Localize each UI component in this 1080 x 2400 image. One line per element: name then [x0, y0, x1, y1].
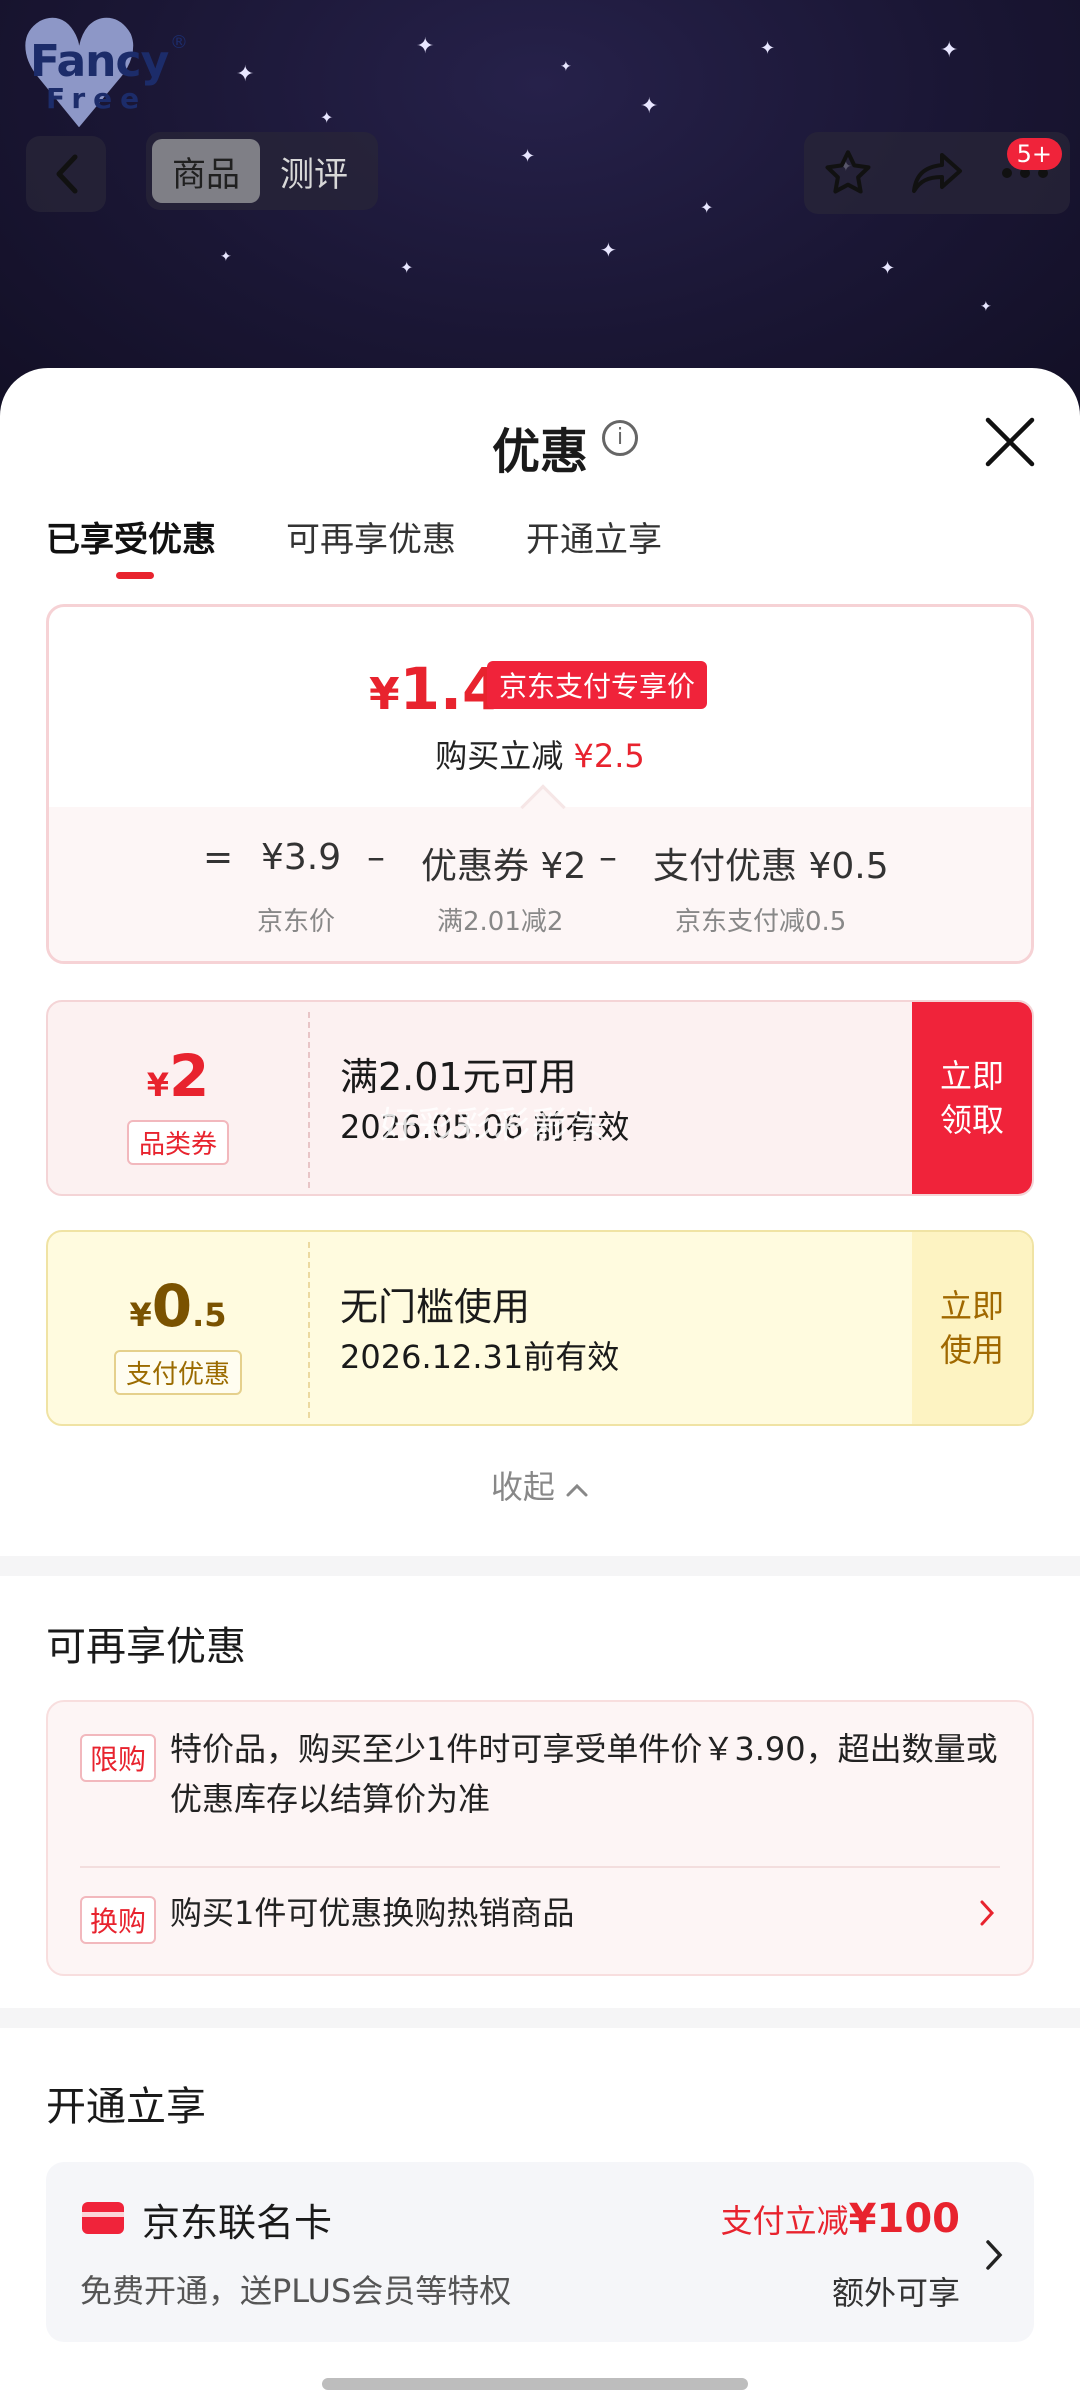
product-nav-tabs: 商品 测评: [146, 132, 378, 210]
star-decoration: ✦: [320, 108, 334, 127]
star-decoration: ✦: [760, 38, 776, 59]
close-icon[interactable]: [980, 412, 1040, 472]
coupon-condition: 满2.01元可用: [340, 1055, 577, 1099]
claim-coupon-button[interactable]: 立即 领取: [912, 1002, 1032, 1194]
star-decoration: ✦: [236, 62, 255, 87]
collapse-button[interactable]: 收起: [0, 1462, 1080, 1508]
exchange-badge: 换购: [80, 1896, 157, 1944]
open-section-title: 开通立享: [46, 2084, 206, 2130]
tab-review[interactable]: 测评: [260, 139, 368, 203]
coupon-value-area: ¥2 品类券: [48, 1002, 308, 1194]
discount-tabs: 已享受优惠 可再享优惠 开通立享: [46, 512, 662, 579]
star-decoration: ✦: [600, 238, 617, 262]
coupon-amount-decimal: .5: [192, 1296, 227, 1334]
star-decoration: ✦: [220, 249, 232, 265]
home-indicator-bar: [0, 2368, 1080, 2400]
more-offers-card: 限购 特价品，购买至少1件时可享受单件价￥3.90，超出数量或优惠库存以结算价为…: [46, 1700, 1034, 1976]
exchange-offer-text: 购买1件可优惠换购热销商品: [170, 1894, 575, 1932]
logo-text: Fancy: [30, 36, 169, 87]
tab-enjoyed-discounts[interactable]: 已享受优惠: [46, 512, 216, 579]
pay-discount-amount: 支付优惠 ¥0.5: [653, 846, 889, 887]
coupon-amount: 0: [151, 1272, 193, 1340]
coupon-divider: [308, 1012, 310, 1188]
claim-button-label: 立即 领取: [939, 1057, 1004, 1139]
coupon-divider: [308, 1242, 310, 1418]
star-decoration: ✦: [416, 34, 435, 59]
coupon-value-area: ¥0.5 支付优惠: [48, 1232, 308, 1424]
card-description: 免费开通，送PLUS会员等特权: [80, 2272, 512, 2310]
tab-more-discounts[interactable]: 可再享优惠: [286, 512, 456, 561]
coupon-amount: 优惠券 ¥2: [421, 846, 587, 887]
section-divider: [0, 1556, 1080, 1576]
co-branded-card-offer[interactable]: 京东联名卡 免费开通，送PLUS会员等特权 支付立减¥100 额外可享: [46, 2162, 1034, 2342]
currency-symbol: ¥: [146, 1066, 169, 1104]
collapse-label: 收起: [490, 1468, 555, 1506]
price-summary-card: ¥1.4 京东支付专享价 购买立减 ¥2.5 = ¥3.9 – 优惠券 ¥2 –…: [46, 604, 1034, 964]
chevron-left-icon: [56, 154, 78, 194]
reduce-amount: ¥2.5: [573, 737, 645, 775]
card-offer: 支付立减¥100: [721, 2196, 960, 2242]
limit-purchase-text: 特价品，购买至少1件时可享受单件价￥3.90，超出数量或优惠库存以结算价为准: [170, 1730, 998, 1818]
reduce-line: 购买立减 ¥2.5: [49, 731, 1031, 777]
card-name: 京东联名卡: [142, 2201, 333, 2245]
star-decoration: ✦: [940, 38, 959, 63]
pay-discount-label: 京东支付减0.5: [675, 907, 847, 937]
more-offers-title: 可再享优惠: [46, 1624, 246, 1670]
watermark-text: 好彩彩彩彩头: [380, 1105, 609, 1146]
star-decoration: ✦: [640, 94, 659, 119]
reduce-label: 购买立减: [435, 737, 564, 775]
limit-purchase-badge: 限购: [80, 1734, 157, 1782]
back-button[interactable]: [26, 136, 106, 212]
home-indicator[interactable]: [322, 2378, 748, 2390]
chevron-right-icon: [980, 1900, 995, 1926]
base-price: ¥3.9: [261, 837, 342, 878]
credit-card-icon: [82, 2202, 124, 2234]
use-discount-button[interactable]: 立即 使用: [912, 1232, 1032, 1424]
section-divider: [0, 2008, 1080, 2028]
minus-sign: –: [599, 837, 617, 878]
coupon-label: 满2.01减2: [437, 907, 564, 937]
use-button-label: 立即 使用: [939, 1287, 1004, 1369]
chevron-right-icon: [986, 2240, 1003, 2270]
star-decoration: ✦: [700, 198, 714, 217]
logo-subtext: Free: [46, 82, 148, 115]
star-decoration: ✦: [980, 299, 992, 315]
minus-sign: –: [367, 837, 385, 878]
coupon-amount: 2: [168, 1042, 210, 1110]
tab-product[interactable]: 商品: [152, 139, 260, 203]
offer-extra: 额外可享: [831, 2274, 960, 2312]
currency-symbol: ¥: [129, 1296, 152, 1334]
coupon-validity: 2026.12.31前有效: [340, 1338, 620, 1376]
pay-discount-card: ¥0.5 支付优惠 无门槛使用 2026.12.31前有效 立即 使用: [46, 1230, 1034, 1426]
coupon-condition: 无门槛使用: [340, 1285, 531, 1329]
star-favorite-icon[interactable]: [821, 146, 875, 200]
chevron-up-icon: [566, 1483, 588, 1497]
offer-prefix: 支付立减: [720, 2202, 849, 2240]
share-icon[interactable]: [908, 148, 964, 198]
product-image-background: ✦ ✦ ✦ ✦ ✦ ✦ ✦ ✦ ✦ ✦ ✦ ✦ ✦ ✦ ✦ ♥ Fancy Fr…: [0, 0, 1080, 420]
coupon-value: ¥2: [48, 1042, 308, 1110]
registered-mark: ®: [170, 32, 188, 53]
tab-open-to-enjoy[interactable]: 开通立享: [526, 512, 662, 561]
star-decoration: ✦: [560, 59, 572, 75]
brand-logo: ♥ Fancy Free ®: [4, 1, 190, 151]
star-decoration: ✦: [520, 146, 536, 167]
sheet-title: 优惠: [491, 424, 588, 480]
offer-amount: ¥100: [848, 2196, 960, 2242]
discount-bottom-sheet: 优惠 i 已享受优惠 可再享优惠 开通立享 ¥1.4 京东支付专享价 购买立减 …: [0, 368, 1080, 2400]
coupon-type-badge: 支付优惠: [113, 1350, 243, 1395]
coupon-type-badge: 品类券: [126, 1120, 230, 1165]
star-decoration: ✦: [880, 258, 896, 279]
coupon-value: ¥0.5: [48, 1272, 308, 1340]
equals-sign: =: [203, 837, 234, 878]
star-decoration: ✦: [400, 258, 414, 277]
base-price-label: 京东价: [257, 907, 336, 937]
final-price: ¥1.4: [369, 655, 502, 723]
message-count-badge: 5+: [1006, 138, 1062, 170]
info-icon[interactable]: i: [602, 420, 638, 456]
currency-symbol: ¥: [369, 669, 400, 720]
divider: [80, 1866, 1000, 1868]
jd-pay-price-tag: 京东支付专享价: [487, 661, 708, 709]
header-actions: 5+: [804, 132, 1070, 214]
